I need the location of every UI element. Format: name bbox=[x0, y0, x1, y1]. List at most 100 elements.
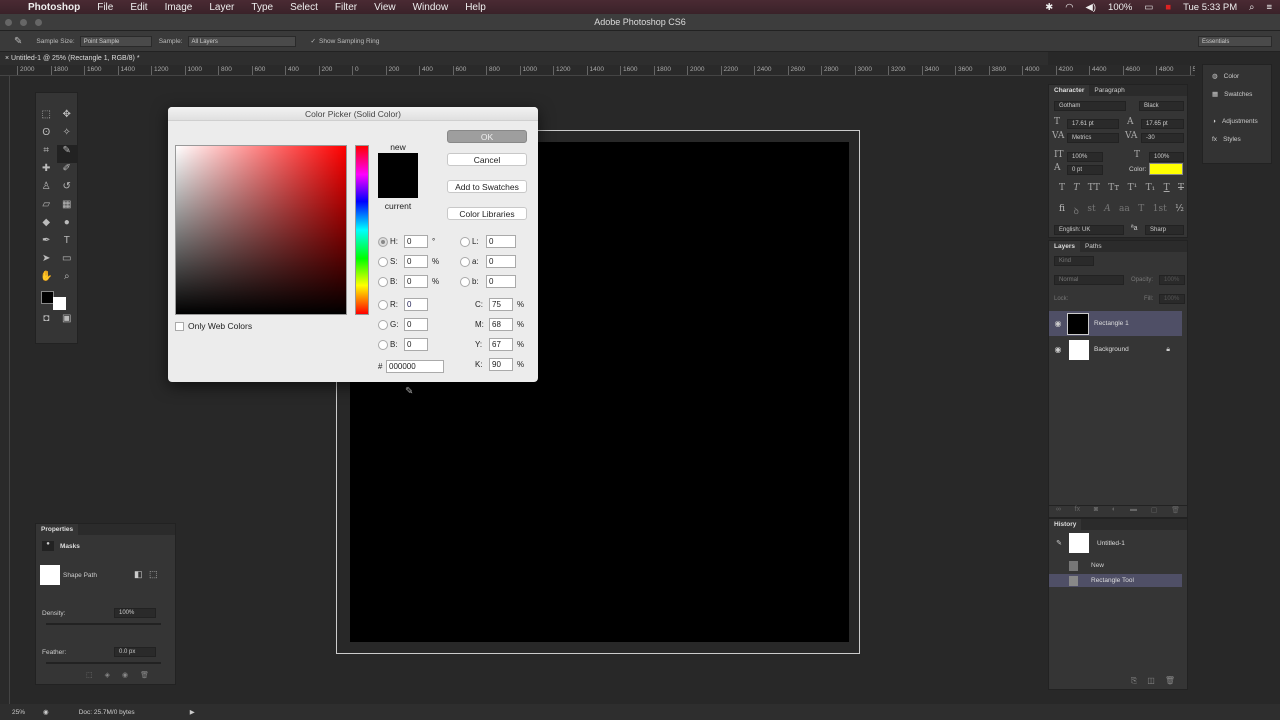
swash-icon[interactable]: A bbox=[1104, 204, 1111, 217]
load-selection-icon[interactable]: ⬚ bbox=[86, 671, 93, 679]
menu-help[interactable]: Help bbox=[465, 2, 486, 13]
layer-row-background[interactable]: ◉ Background 🔒︎ bbox=[1049, 337, 1182, 362]
menu-view[interactable]: View bbox=[374, 2, 396, 13]
healing-tool-icon[interactable]: ✚ bbox=[36, 163, 57, 181]
new-document-icon[interactable]: ⎘ bbox=[1131, 676, 1137, 686]
hex-input[interactable]: 000000 bbox=[386, 360, 444, 373]
discretionary-ligatures-icon[interactable]: ꝺ bbox=[1073, 204, 1078, 217]
battery-percent[interactable]: 100% bbox=[1108, 2, 1132, 13]
anti-alias-select[interactable]: Sharp bbox=[1145, 225, 1184, 235]
brightness-radio[interactable] bbox=[378, 276, 388, 287]
zoom-tool-icon[interactable]: ⌕ bbox=[57, 271, 78, 289]
sample-size-select[interactable]: Point Sample bbox=[79, 35, 152, 47]
font-family-select[interactable]: Gotham bbox=[1054, 101, 1126, 111]
fx-icon[interactable]: fx bbox=[1075, 506, 1080, 517]
hue-input[interactable]: 0 bbox=[404, 235, 428, 248]
baseline-shift-input[interactable]: 0 pt bbox=[1067, 165, 1103, 175]
dodge-tool-icon[interactable]: ● bbox=[57, 217, 78, 235]
subscript-icon[interactable]: T₁ bbox=[1146, 183, 1156, 193]
green-input[interactable]: 0 bbox=[404, 318, 428, 331]
tracking-select[interactable]: -30 bbox=[1141, 133, 1184, 143]
lab-l-input[interactable]: 0 bbox=[486, 235, 516, 248]
blue-input[interactable]: 0 bbox=[404, 338, 428, 351]
tab-properties[interactable]: Properties bbox=[36, 524, 79, 535]
visibility-eye-icon[interactable]: ◉ bbox=[1049, 345, 1067, 354]
visibility-eye-icon[interactable]: ◉ bbox=[1049, 319, 1067, 328]
menu-file[interactable]: File bbox=[97, 2, 113, 13]
notifications-icon[interactable]: ≡ bbox=[1266, 2, 1272, 13]
cancel-button[interactable]: Cancel bbox=[447, 153, 527, 166]
delete-icon[interactable]: 🗑︎ bbox=[1165, 676, 1175, 686]
flag-icon[interactable]: ■ bbox=[1165, 2, 1171, 13]
marquee-tool-icon[interactable]: ⬚ bbox=[36, 109, 57, 127]
delete-mask-icon[interactable]: 🗑︎ bbox=[140, 671, 149, 679]
eyedropper-tool-icon[interactable]: ✎ bbox=[14, 36, 22, 47]
minimize-window-button[interactable] bbox=[20, 19, 27, 26]
menu-select[interactable]: Select bbox=[290, 2, 318, 13]
zoom-window-button[interactable] bbox=[35, 19, 42, 26]
vertical-scale-input[interactable]: 100% bbox=[1067, 152, 1103, 162]
magic-wand-tool-icon[interactable]: ✧ bbox=[57, 127, 78, 145]
red-radio[interactable] bbox=[378, 299, 388, 310]
document-tab[interactable]: × Untitled-1 @ 25% (Rectangle 1, RGB/8) … bbox=[0, 52, 1048, 65]
history-brush-tool-icon[interactable]: ↺ bbox=[57, 181, 78, 199]
layer-name[interactable]: Rectangle 1 bbox=[1094, 320, 1129, 327]
history-snapshot[interactable]: ✎ Untitled-1 bbox=[1049, 532, 1182, 554]
blur-tool-icon[interactable]: ◆ bbox=[36, 217, 57, 235]
dock-styles[interactable]: fx Styles bbox=[1212, 136, 1241, 143]
faux-italic-icon[interactable]: T bbox=[1073, 183, 1079, 193]
volume-icon[interactable]: ◀) bbox=[1086, 2, 1096, 13]
superscript-icon[interactable]: T¹ bbox=[1128, 183, 1138, 193]
saturation-radio[interactable] bbox=[378, 256, 388, 267]
close-window-button[interactable] bbox=[5, 19, 12, 26]
camera-icon[interactable]: ◫ bbox=[1147, 676, 1155, 686]
stamp-tool-icon[interactable]: ♙ bbox=[36, 181, 57, 199]
green-radio[interactable] bbox=[378, 319, 388, 330]
only-web-colors-checkbox[interactable] bbox=[175, 321, 184, 331]
link-layers-icon[interactable]: ∞ bbox=[1056, 506, 1061, 517]
background-color-swatch[interactable] bbox=[52, 289, 78, 310]
black-input[interactable]: 90 bbox=[489, 358, 513, 371]
density-slider[interactable] bbox=[46, 623, 161, 625]
layer-row-rectangle-1[interactable]: ◉ Rectangle 1 bbox=[1049, 311, 1182, 336]
lab-l-radio[interactable] bbox=[460, 236, 470, 247]
layer-name[interactable]: Background bbox=[1094, 346, 1129, 353]
magenta-input[interactable]: 68 bbox=[489, 318, 513, 331]
horizontal-ruler[interactable]: 2000 1800 1600 1400 1200 1000 800 600 400 200 0 200… bbox=[0, 65, 1195, 76]
visibility-icon[interactable]: ◉ bbox=[122, 671, 128, 679]
dock-swatches[interactable]: ▦ Swatches bbox=[1212, 90, 1252, 99]
gradient-tool-icon[interactable]: ▦ bbox=[57, 199, 78, 217]
cyan-input[interactable]: 75 bbox=[489, 298, 513, 311]
zoom-level[interactable]: 25% bbox=[12, 709, 25, 716]
brush-tool-icon[interactable]: ✐ bbox=[57, 163, 78, 181]
battery-icon[interactable]: ▭ bbox=[1144, 2, 1153, 13]
tab-history[interactable]: History bbox=[1049, 519, 1082, 530]
lab-a-radio[interactable] bbox=[460, 256, 470, 267]
underline-icon[interactable]: T bbox=[1164, 183, 1170, 193]
lab-b-radio[interactable] bbox=[460, 276, 470, 287]
tab-paths[interactable]: Paths bbox=[1080, 241, 1107, 252]
pen-tool-icon[interactable]: ✒ bbox=[36, 235, 57, 253]
status-menu-arrow-icon[interactable]: ▶ bbox=[190, 708, 195, 716]
feather-input[interactable]: 0.0 px bbox=[114, 647, 156, 657]
vertical-ruler[interactable] bbox=[0, 76, 10, 704]
history-item-rectangle-tool[interactable]: Rectangle Tool bbox=[1049, 574, 1182, 587]
move-tool-icon[interactable]: ✥ bbox=[57, 109, 78, 127]
quick-mask-icon[interactable]: ◘ bbox=[36, 313, 57, 325]
sampling-ring-checkbox[interactable]: ✓ bbox=[311, 37, 316, 45]
density-input[interactable]: 100% bbox=[114, 608, 156, 618]
search-icon[interactable]: ⌕ bbox=[1249, 2, 1254, 13]
apply-mask-icon[interactable]: ◈ bbox=[105, 671, 110, 679]
saturation-brightness-field[interactable] bbox=[175, 145, 347, 315]
stylistic-alternates-icon[interactable]: st bbox=[1087, 204, 1095, 217]
ligatures-icon[interactable]: fi bbox=[1059, 204, 1065, 217]
brightness-input[interactable]: 0 bbox=[404, 275, 428, 288]
doc-size[interactable]: Doc: 25.7M/0 bytes bbox=[79, 709, 135, 716]
add-to-swatches-button[interactable]: Add to Swatches bbox=[447, 180, 527, 193]
sample-select[interactable]: All Layers bbox=[187, 35, 296, 47]
menu-window[interactable]: Window bbox=[413, 2, 449, 13]
feather-slider[interactable] bbox=[46, 662, 161, 664]
path-selection-tool-icon[interactable]: ➤ bbox=[36, 253, 57, 271]
tab-character[interactable]: Character bbox=[1049, 85, 1090, 96]
strikethrough-icon[interactable]: T bbox=[1178, 183, 1184, 193]
